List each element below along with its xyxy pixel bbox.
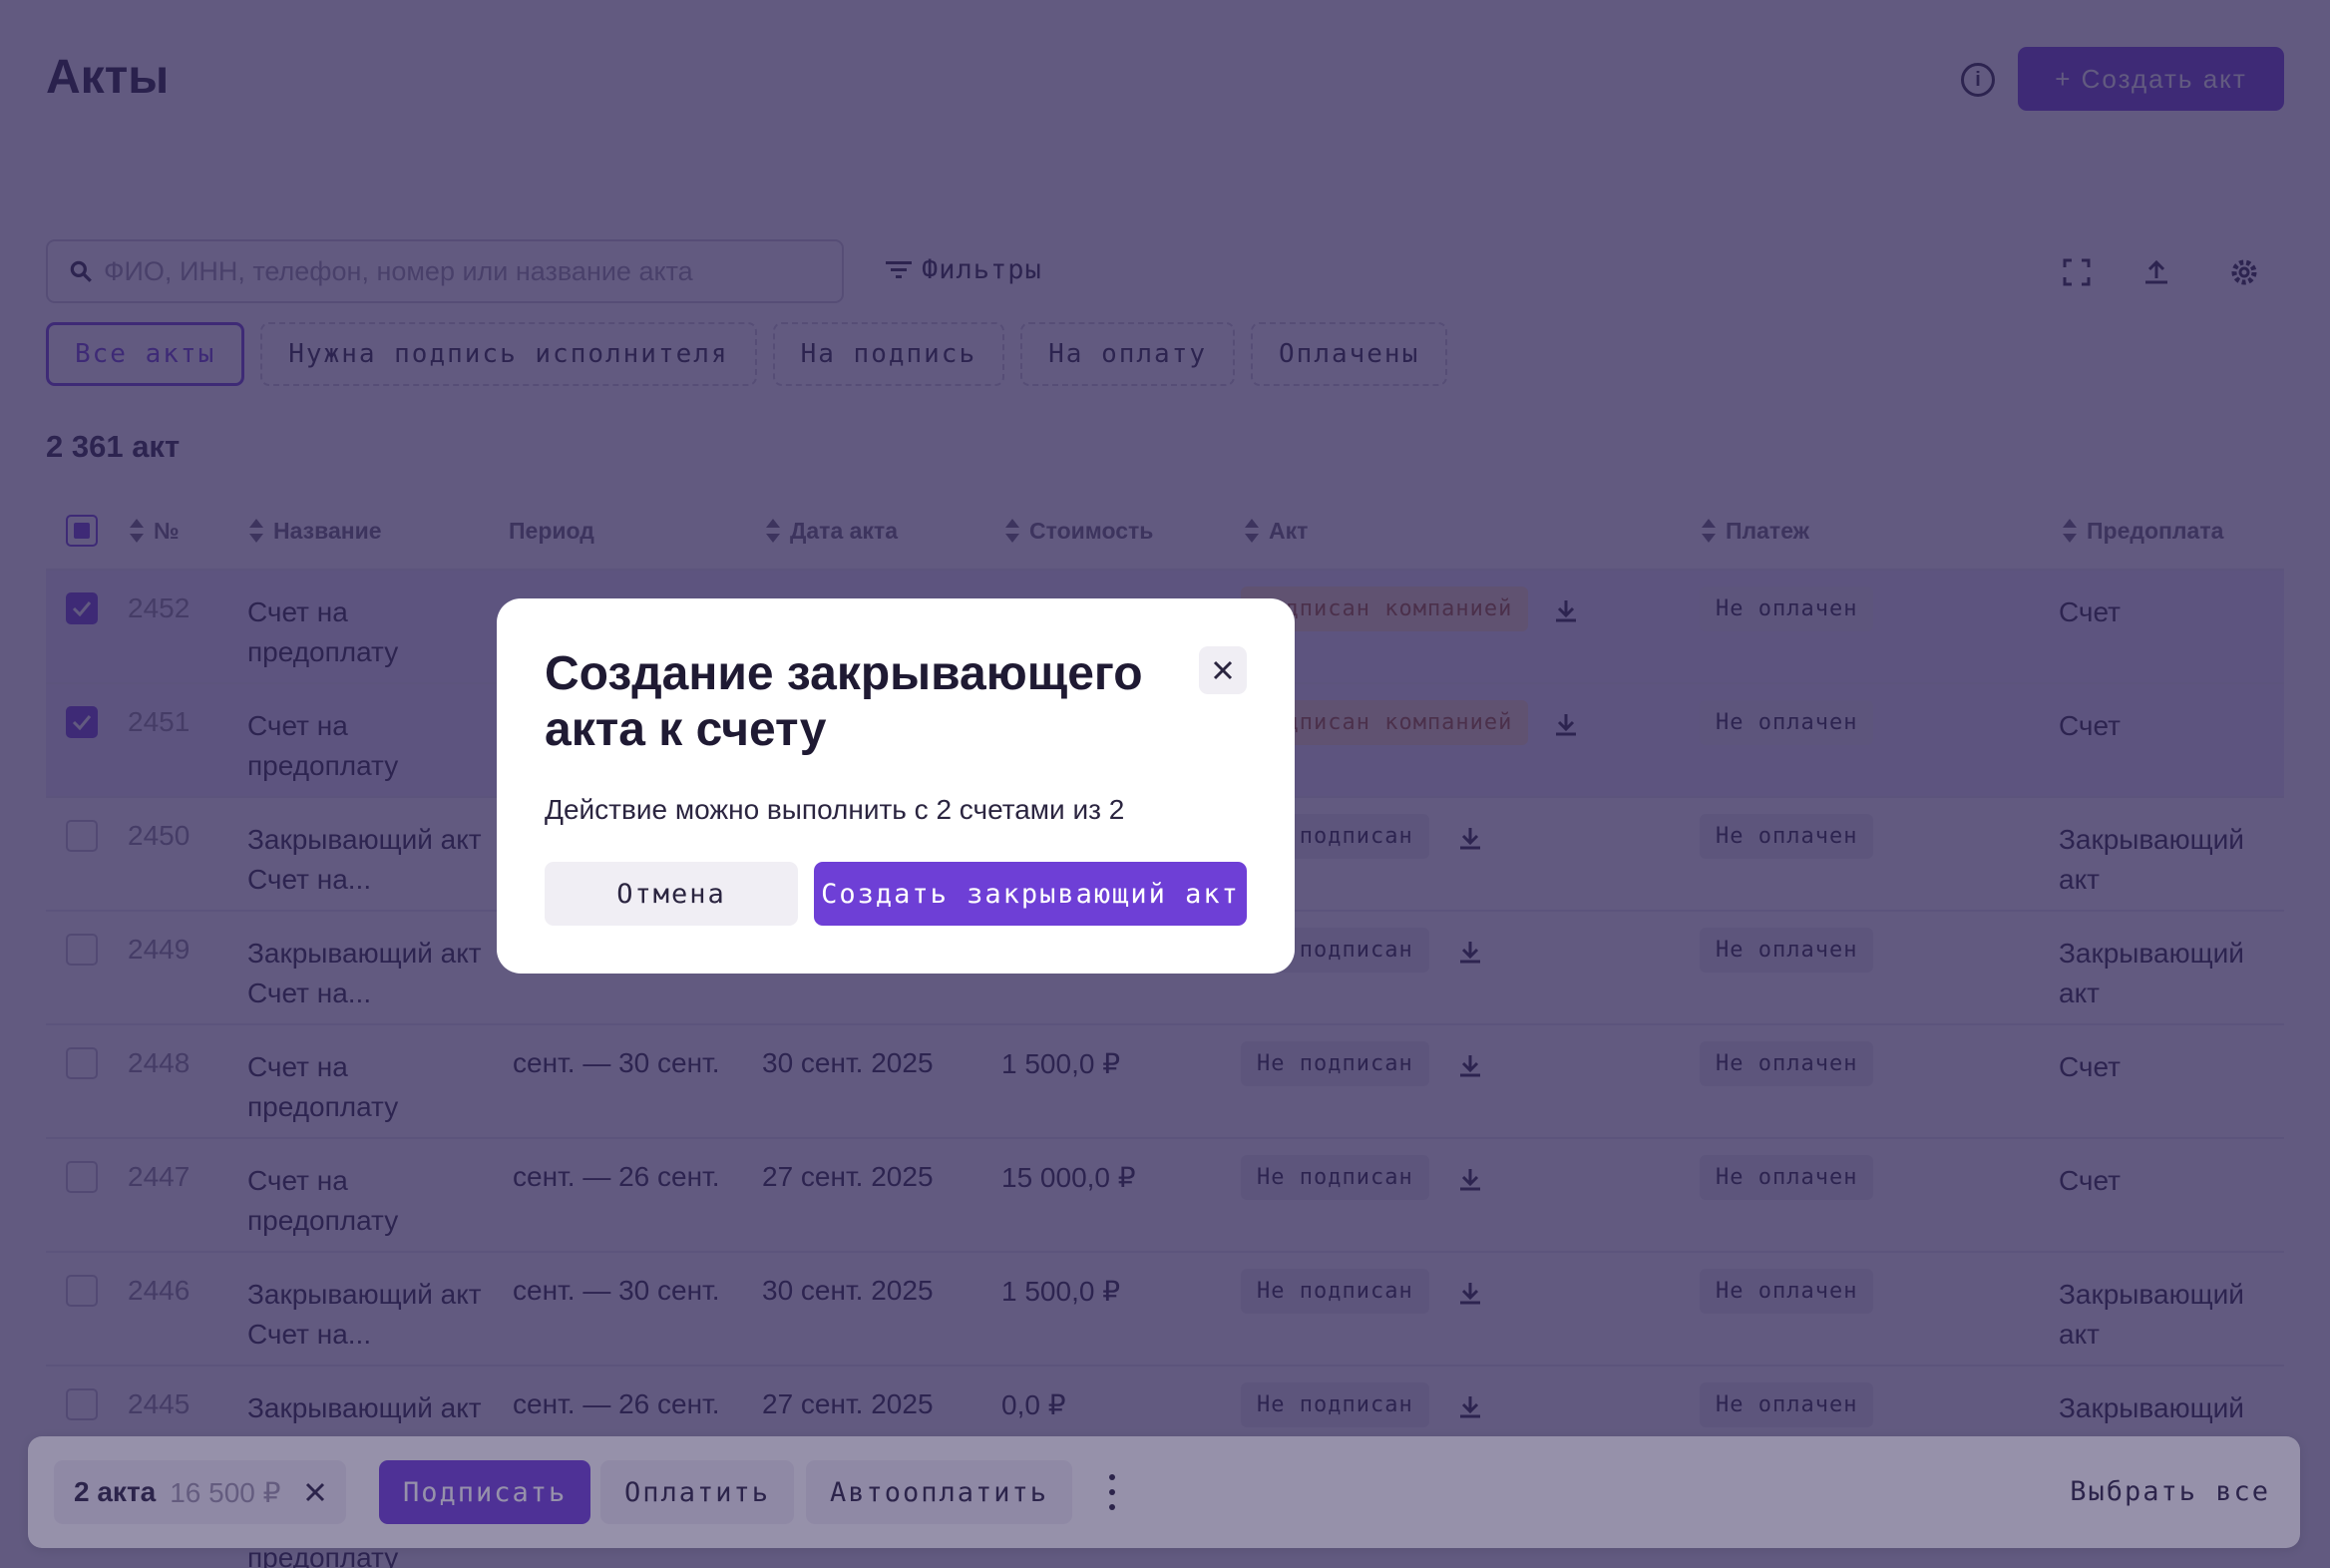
selection-summary: 2 акта 16 500 ₽ <box>54 1460 347 1524</box>
create-closing-act-dialog: Создание закрывающего акта к счету Дейст… <box>497 598 1295 974</box>
pay-button[interactable]: Оплатить <box>600 1460 795 1524</box>
autopay-button[interactable]: Автооплатить <box>806 1460 1073 1524</box>
select-all-button[interactable]: Выбрать все <box>2070 1476 2270 1507</box>
cancel-button[interactable]: Отмена <box>545 862 798 926</box>
sign-button[interactable]: Подписать <box>379 1460 591 1524</box>
selected-count: 2 акта <box>74 1476 157 1507</box>
more-icon[interactable] <box>1097 1470 1127 1514</box>
close-icon[interactable] <box>1199 646 1247 694</box>
selected-amount: 16 500 ₽ <box>170 1476 281 1508</box>
create-closing-act-button[interactable]: Создать закрывающий акт <box>814 862 1247 926</box>
dialog-message: Действие можно выполнить с 2 счетами из … <box>545 794 1125 825</box>
clear-selection-icon[interactable] <box>304 1481 326 1503</box>
dialog-title: Создание закрывающего акта к счету <box>545 647 1143 756</box>
bulk-actions-bar: 2 акта 16 500 ₽ Подписать Оплатить Автоо… <box>28 1436 2300 1548</box>
dialog-actions: Отмена Создать закрывающий акт <box>545 862 1247 926</box>
